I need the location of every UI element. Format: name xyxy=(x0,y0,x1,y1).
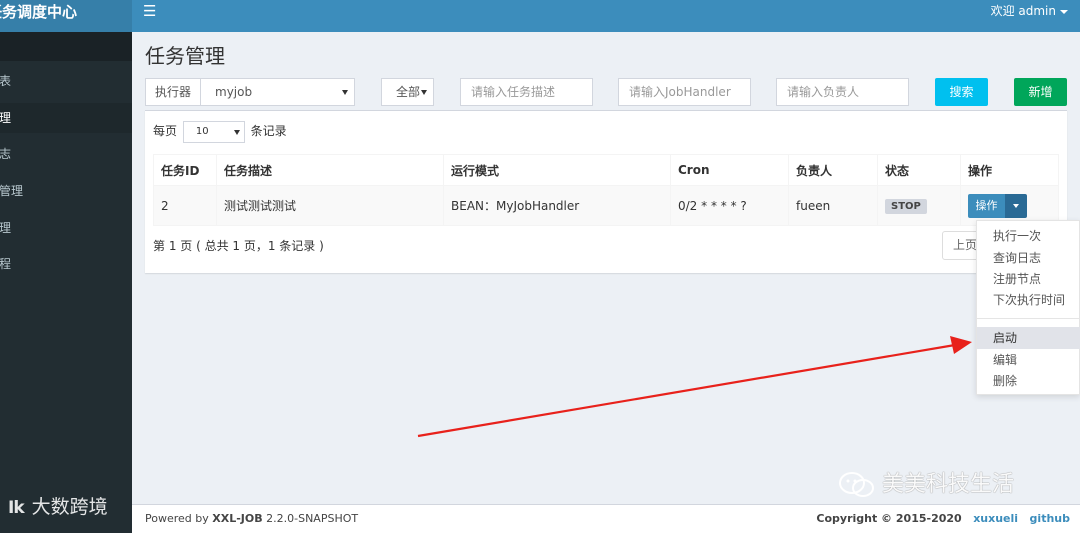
sidebar-item-label: 管理 xyxy=(0,221,12,235)
chevron-down-icon xyxy=(342,90,348,95)
sidebar-item-report[interactable]: 报表 xyxy=(0,66,132,96)
filter-bar: 执行器 myjob 全部 请输入任务描述 请输入JobHandler 请输入负责… xyxy=(145,78,1080,106)
actions-dropdown-toggle[interactable] xyxy=(1005,193,1027,218)
executor-select-value: myjob xyxy=(215,85,253,99)
footer-version: 2.2.0-SNAPSHOT xyxy=(262,512,359,525)
menu-item-start[interactable]: 启动 xyxy=(977,327,1080,349)
footer-product-name: XXL-JOB xyxy=(212,512,263,525)
user-menu[interactable]: 欢迎 admin xyxy=(991,3,1068,19)
pagination-info: 第 1 页 ( 总共 1 页，1 条记录 ) xyxy=(153,239,324,253)
page-length-control: 每页 10 条记录 xyxy=(153,120,287,143)
cell-author: fueen xyxy=(788,185,878,226)
menu-item-next-trigger-time[interactable]: 下次执行时间 xyxy=(977,289,1080,311)
menu-item-edit[interactable]: 编辑 xyxy=(977,349,1080,371)
watermark-right: 美美科技生活 xyxy=(838,470,1014,500)
watermark-logo-icon: Ik xyxy=(8,498,25,518)
menu-item-delete[interactable]: 删除 xyxy=(977,370,1080,392)
page-length-suffix: 条记录 xyxy=(250,124,287,138)
page-title: 任务管理 xyxy=(145,44,225,68)
user-menu-label: 欢迎 admin xyxy=(990,4,1056,18)
executor-select[interactable]: myjob xyxy=(201,78,355,106)
sidebar: 报表 管理 日志 器管理 管理 教程 xyxy=(0,32,132,533)
actions-button-group: 操作 xyxy=(968,193,1027,218)
footer-link-xuxueli[interactable]: xuxueli xyxy=(973,512,1018,525)
column-header-status[interactable]: 状态 xyxy=(877,154,961,186)
sidebar-item-label: 报表 xyxy=(0,74,12,88)
cell-id: 2 xyxy=(153,185,217,226)
main-content: 任务管理 执行器 myjob 全部 请输入任务描述 请输入JobHandler … xyxy=(132,32,1080,504)
cell-cron: 0/2 * * * * ? xyxy=(670,185,789,226)
watermark-right-text: 美美科技生活 xyxy=(882,472,1015,497)
page-length-value: 10 xyxy=(195,125,209,137)
top-navbar: ☰ 欢迎 admin xyxy=(132,0,1080,32)
executor-label: 执行器 xyxy=(145,78,201,106)
column-header-actions: 操作 xyxy=(960,154,1059,186)
footer-link-github[interactable]: github xyxy=(1030,512,1070,525)
cell-mode: BEAN：MyJobHandler xyxy=(443,185,671,226)
sidebar-item-label: 器管理 xyxy=(0,184,24,198)
footer: Powered by XXL-JOB 2.2.0-SNAPSHOT Copyri… xyxy=(132,504,1080,533)
sidebar-item-log[interactable]: 日志 xyxy=(0,139,132,169)
search-button[interactable]: 搜索 xyxy=(935,78,988,106)
caret-down-icon xyxy=(1013,203,1019,208)
sidebar-header xyxy=(0,32,132,61)
footer-copyright: Copyright © 2015-2020 xuxueli github xyxy=(816,505,1070,533)
sidebar-item-user-manage[interactable]: 管理 xyxy=(0,213,132,243)
wechat-icon xyxy=(839,472,874,497)
page-length-select[interactable]: 10 xyxy=(182,120,245,143)
actions-dropdown-menu: 执行一次 查询日志 注册节点 下次执行时间 启动 编辑 删除 xyxy=(976,220,1080,395)
column-header-id[interactable]: 任务ID xyxy=(153,154,217,186)
menu-item-trigger-once[interactable]: 执行一次 xyxy=(977,225,1080,247)
footer-powered-by: Powered by XXL-JOB 2.2.0-SNAPSHOT xyxy=(145,505,358,533)
chevron-down-icon xyxy=(1060,9,1068,14)
menu-divider xyxy=(977,318,1080,319)
menu-item-registry-node[interactable]: 注册节点 xyxy=(977,268,1080,290)
footer-powered-prefix: Powered by xyxy=(145,512,213,525)
sidebar-item-executor-manage[interactable]: 器管理 xyxy=(0,176,132,206)
job-table: 任务ID 任务描述 运行模式 Cron 负责人 状态 操作 2 测试测试测试 B… xyxy=(153,154,1059,226)
cell-desc: 测试测试测试 xyxy=(216,185,444,226)
app-brand[interactable]: 任务调度中心 xyxy=(0,0,132,32)
sidebar-item-label: 教程 xyxy=(0,257,12,271)
table-header-row: 任务ID 任务描述 运行模式 Cron 负责人 状态 操作 xyxy=(153,154,1059,186)
column-header-author[interactable]: 负责人 xyxy=(788,154,878,186)
add-job-button[interactable]: 新增 xyxy=(1014,78,1067,106)
chevron-down-icon xyxy=(421,90,427,95)
job-handler-input[interactable]: 请输入JobHandler xyxy=(618,78,751,106)
footer-copyright-text: Copyright © 2015-2020 xyxy=(816,512,962,525)
status-select-value: 全部 xyxy=(396,85,421,99)
author-input[interactable]: 请输入负责人 xyxy=(776,78,909,106)
chevron-down-icon xyxy=(233,129,240,135)
column-header-cron[interactable]: Cron xyxy=(670,154,789,186)
column-header-mode[interactable]: 运行模式 xyxy=(443,154,671,186)
menu-item-query-log[interactable]: 查询日志 xyxy=(977,247,1080,269)
menu-toggle-icon[interactable]: ☰ xyxy=(143,3,156,19)
watermark-left-text: 大数跨境 xyxy=(31,496,108,518)
watermark-left: Ik 大数跨境 xyxy=(8,494,108,521)
column-header-desc[interactable]: 任务描述 xyxy=(216,154,444,186)
job-desc-input[interactable]: 请输入任务描述 xyxy=(460,78,593,106)
sidebar-item-tutorial[interactable]: 教程 xyxy=(0,249,132,279)
sidebar-item-label: 管理 xyxy=(0,111,12,125)
status-badge: STOP xyxy=(885,198,927,214)
job-list-box: 每页 10 条记录 任务ID 任务描述 运行模式 Cron 负责人 状态 操作 … xyxy=(145,110,1067,273)
page-length-prefix: 每页 xyxy=(153,124,178,138)
actions-button[interactable]: 操作 xyxy=(968,193,1005,218)
brand-text: 任务调度中心 xyxy=(0,3,78,21)
cell-status: STOP xyxy=(877,185,961,226)
sidebar-item-job-manage[interactable]: 管理 xyxy=(0,103,132,133)
sidebar-item-label: 日志 xyxy=(0,147,12,161)
table-row: 2 测试测试测试 BEAN：MyJobHandler 0/2 * * * * ?… xyxy=(153,185,1059,226)
status-select[interactable]: 全部 xyxy=(381,78,434,106)
